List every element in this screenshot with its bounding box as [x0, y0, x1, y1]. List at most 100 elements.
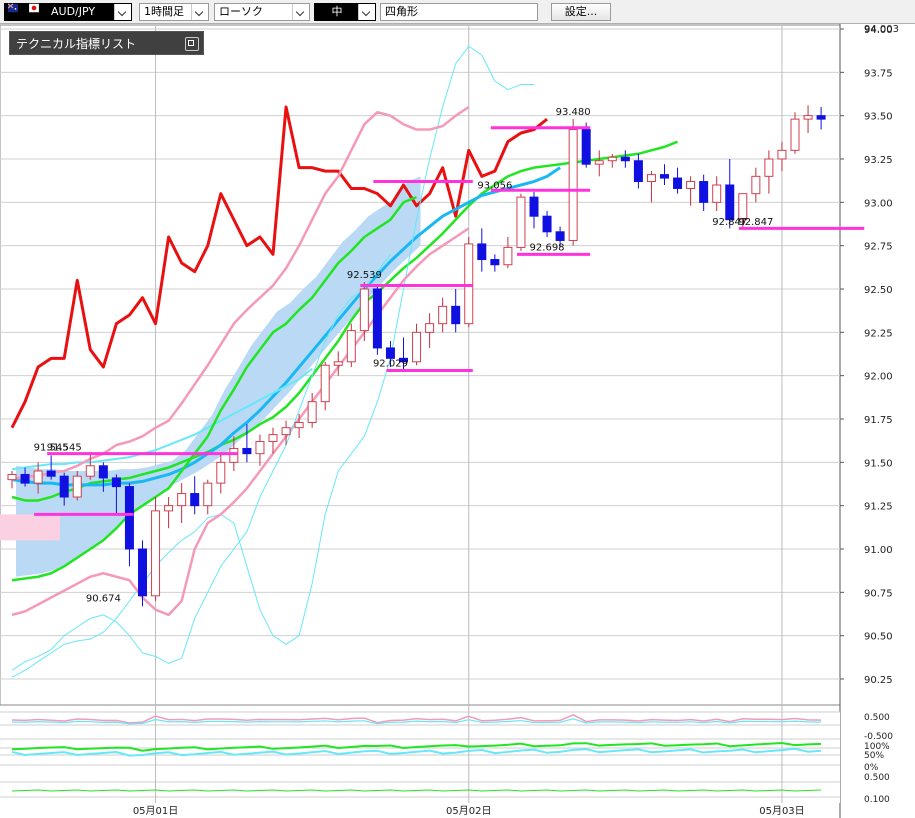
settings-button[interactable]: 設定...	[551, 3, 611, 21]
candle-body	[425, 323, 435, 333]
candle-body	[620, 156, 630, 162]
candle-body	[307, 401, 317, 423]
candle-body	[359, 288, 369, 332]
line-width-label: 中	[331, 5, 343, 18]
sub-indicator-panels: 0.500-0.500100%50%0%0.5000.100	[0, 711, 893, 805]
timeframe-select[interactable]: 1時間足	[139, 3, 209, 21]
candle-body	[738, 193, 748, 221]
candle-body	[451, 305, 461, 325]
cloud-bear-area	[0, 514, 60, 541]
timeframe-label: 1時間足	[144, 5, 184, 18]
candle-body	[816, 115, 826, 120]
shape-label: 四角形	[385, 5, 418, 18]
candle-body	[385, 347, 395, 359]
indicator-lines	[10, 45, 679, 678]
sub-axis-label: 0.500	[864, 773, 890, 783]
plot-frame	[0, 24, 841, 706]
candle-body	[46, 470, 56, 477]
candle-body	[490, 259, 500, 266]
candle-body	[177, 493, 187, 507]
y-tick-label: 93.50	[864, 112, 893, 123]
candle-body	[529, 196, 539, 217]
chevron-down-icon[interactable]	[191, 4, 208, 20]
y-tick-label: 92.25	[864, 328, 893, 339]
price-annotation: 93.056	[477, 181, 512, 192]
y-top-label: 94.003	[864, 24, 899, 35]
price-annotation: 93.480	[556, 107, 591, 118]
candle-body	[203, 482, 213, 507]
settings-label: 設定...	[564, 5, 598, 18]
candle-body	[516, 196, 526, 248]
candle-body	[320, 364, 330, 403]
chart-grid	[0, 24, 841, 818]
x-tick-label: 05月01日	[133, 805, 178, 817]
candle-body	[803, 115, 813, 120]
candle-body	[438, 305, 448, 325]
chart-type-label: ローソク	[219, 5, 263, 18]
candle-body	[242, 447, 252, 455]
candle-body	[33, 470, 43, 484]
candle-body	[412, 331, 422, 363]
candle-body	[85, 465, 95, 477]
candle-body	[7, 473, 17, 481]
y-tick-label: 92.75	[864, 242, 893, 253]
candle-body	[190, 493, 200, 507]
x-tick-label: 05月03日	[759, 805, 804, 817]
candle-body	[777, 149, 787, 160]
candle-body	[151, 510, 161, 597]
candle-body	[268, 434, 278, 443]
candle-body	[333, 361, 343, 366]
candle-body	[503, 246, 513, 266]
candle-body	[464, 243, 474, 325]
sub-axis-label: 50%	[864, 751, 884, 761]
x-tick-label: 05月02日	[446, 805, 491, 817]
price-chart[interactable]: 91.54591.54590.67492.53992.02993.05692.6…	[0, 24, 915, 818]
candle-body	[555, 231, 565, 241]
symbol-select[interactable]: AUD/JPY	[4, 3, 132, 21]
price-annotation: 92.539	[347, 270, 382, 281]
price-annotation: 92.698	[530, 243, 565, 254]
candle-body	[281, 427, 291, 436]
price-axis: 94.0093.7593.5093.2593.0092.7592.5092.25…	[840, 24, 899, 686]
candle-body	[111, 477, 121, 488]
line-width-select[interactable]: 中	[314, 3, 376, 21]
candle-body	[790, 118, 800, 151]
candle-body	[660, 174, 669, 179]
y-tick-label: 90.50	[864, 632, 893, 643]
technical-indicator-title: テクニカル指標リスト	[16, 37, 137, 51]
toolbar: AUD/JPY 1時間足 ローソク 中 四角形 設定...	[0, 0, 915, 24]
candle-body	[229, 447, 239, 463]
restore-icon[interactable]	[185, 37, 199, 51]
candle-body	[725, 184, 735, 221]
chevron-down-icon[interactable]	[358, 4, 375, 20]
y-tick-label: 93.00	[864, 198, 893, 209]
candle-body	[751, 175, 761, 195]
sub-axis-label: 0%	[864, 763, 879, 773]
technical-indicator-panel[interactable]: テクニカル指標リスト	[9, 31, 204, 55]
y-tick-label: 91.25	[864, 502, 893, 513]
candle-body	[686, 181, 696, 189]
candle-body	[164, 505, 174, 512]
y-tick-label: 92.00	[864, 372, 893, 383]
shape-field[interactable]: 四角形	[380, 3, 538, 21]
candle-body	[477, 243, 487, 261]
candle-body	[346, 330, 356, 363]
sub-panel-bg	[0, 712, 840, 803]
candle-body	[699, 181, 709, 203]
chevron-down-icon[interactable]	[114, 4, 131, 20]
sub-axis-label: 0.500	[864, 713, 890, 723]
chart-type-select[interactable]: ローソク	[214, 3, 310, 21]
chevron-down-icon[interactable]	[292, 4, 309, 20]
sub-axis-label: 0.100	[864, 795, 890, 805]
jpy-flag-icon	[29, 3, 39, 13]
y-tick-label: 91.00	[864, 545, 893, 556]
sub-axis-label: -0.500	[864, 732, 893, 742]
candle-body	[98, 465, 108, 479]
candle-body	[294, 421, 304, 429]
candle-body	[542, 215, 552, 233]
candle-body	[594, 160, 604, 165]
candle-body	[607, 156, 617, 162]
y-tick-label: 93.25	[864, 155, 893, 166]
y-tick-label: 93.75	[864, 68, 893, 79]
candle-body	[138, 548, 147, 597]
